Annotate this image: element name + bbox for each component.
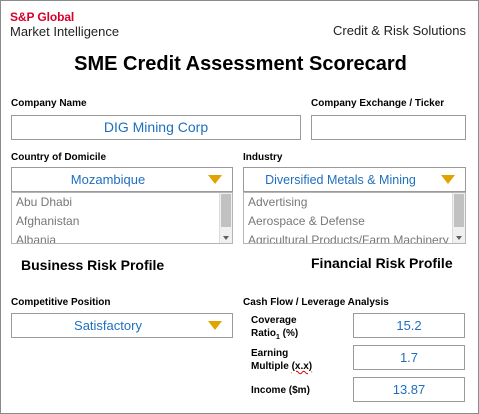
company-exchange-label: Company Exchange / Ticker xyxy=(311,98,445,109)
company-name-value: DIG Mining Corp xyxy=(103,119,209,135)
country-scrollbar[interactable] xyxy=(219,193,232,243)
competitive-position-select[interactable]: Satisfactory xyxy=(11,313,233,338)
cashflow-label: Cash Flow / Leverage Analysis xyxy=(243,297,389,308)
country-select[interactable]: Mozambique xyxy=(11,167,233,192)
scroll-down-icon[interactable] xyxy=(223,236,229,240)
dropdown-arrow-icon[interactable] xyxy=(208,321,222,330)
country-listbox[interactable]: Abu Dhabi Afghanistan Albania xyxy=(11,192,233,244)
earning-label-line2: Multiple (x.x) xyxy=(251,360,312,373)
coverage-ratio-value: 15.2 xyxy=(396,318,422,333)
industry-list-item[interactable]: Advertising xyxy=(244,193,465,212)
income-label: Income ($m) xyxy=(251,385,310,396)
industry-label: Industry xyxy=(243,152,283,163)
earning-label-unit: (x.x) xyxy=(291,361,313,372)
competitive-position-label: Competitive Position xyxy=(11,297,111,308)
scroll-down-icon[interactable] xyxy=(456,236,462,240)
business-risk-heading: Business Risk Profile xyxy=(21,257,165,273)
income-field[interactable]: 13.87 xyxy=(353,377,465,402)
coverage-label-line2: Ratio1 (%) xyxy=(251,327,298,344)
earning-label-multiple: Multiple xyxy=(251,361,292,372)
industry-select[interactable]: Diversified Metals & Mining xyxy=(243,167,466,192)
logo-sp-global: S&P Global xyxy=(10,10,75,24)
company-name-field[interactable]: DIG Mining Corp xyxy=(11,115,301,140)
country-label: Country of Domicile xyxy=(11,152,107,163)
scorecard-frame: S&P Global Market Intelligence Credit & … xyxy=(0,0,479,414)
industry-selected-value: Diversified Metals & Mining xyxy=(265,172,416,187)
scrollbar-thumb[interactable] xyxy=(221,194,231,227)
earning-multiple-field[interactable]: 1.7 xyxy=(353,345,465,370)
country-list-item[interactable]: Albania xyxy=(12,231,232,243)
coverage-ratio-field[interactable]: 15.2 xyxy=(353,313,465,338)
dropdown-arrow-icon[interactable] xyxy=(208,175,222,184)
country-list-item[interactable]: Abu Dhabi xyxy=(12,193,232,212)
competitive-position-value: Satisfactory xyxy=(74,318,142,333)
industry-listbox[interactable]: Advertising Aerospace & Defense Agricult… xyxy=(243,192,466,244)
dropdown-arrow-icon[interactable] xyxy=(441,175,455,184)
scrollbar-thumb[interactable] xyxy=(454,194,464,227)
financial-risk-heading: Financial Risk Profile xyxy=(311,255,453,271)
coverage-ratio-label: Coverage Ratio1 (%) xyxy=(251,314,298,344)
coverage-label-line1: Coverage xyxy=(251,315,297,326)
industry-list-item[interactable]: Agricultural Products/Farm Machinery xyxy=(244,231,465,243)
income-value: 13.87 xyxy=(392,382,426,397)
industry-scrollbar[interactable] xyxy=(452,193,465,243)
header-credit-risk-solutions: Credit & Risk Solutions xyxy=(333,23,466,38)
company-name-label: Company Name xyxy=(11,98,87,109)
logo-market-intelligence: Market Intelligence xyxy=(10,24,120,39)
coverage-label-ratio: Ratio xyxy=(251,328,276,339)
country-selected-value: Mozambique xyxy=(70,172,146,187)
coverage-label-unit: (%) xyxy=(279,328,299,339)
page-title: SME Credit Assessment Scorecard xyxy=(74,53,407,75)
earning-label-line1: Earning xyxy=(251,348,289,359)
earning-multiple-label: Earning Multiple (x.x) xyxy=(251,347,312,373)
industry-list-item[interactable]: Aerospace & Defense xyxy=(244,212,465,231)
country-list-item[interactable]: Afghanistan xyxy=(12,212,232,231)
earning-multiple-value: 1.7 xyxy=(399,350,419,365)
company-exchange-field[interactable] xyxy=(311,115,466,140)
